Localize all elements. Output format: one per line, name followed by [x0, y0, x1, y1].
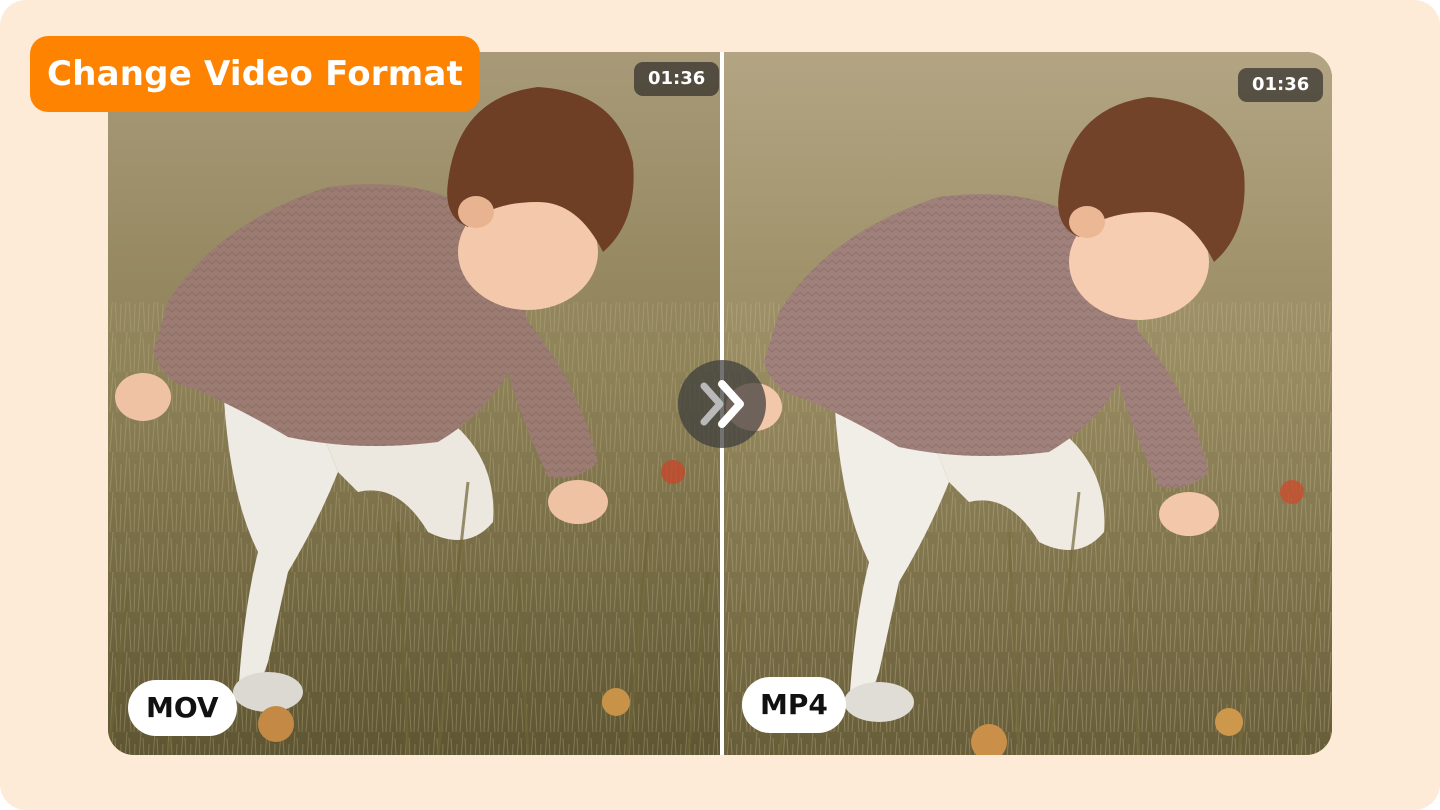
- video-preview-mp4[interactable]: [724, 52, 1332, 755]
- double-chevron-right-icon: [700, 380, 744, 428]
- video-preview-mov[interactable]: [108, 52, 720, 755]
- format-label-mp4: MP4: [742, 677, 846, 733]
- duration-badge-mp4: 01:36: [1238, 68, 1324, 102]
- toddler-photo-mp4: [724, 52, 1332, 755]
- convert-arrow-button[interactable]: [678, 360, 766, 448]
- duration-badge-mov: 01:36: [634, 62, 720, 96]
- canvas: Change Video Format 01:36 01:36 MOV MP4: [0, 0, 1440, 810]
- page-title-badge: Change Video Format: [30, 36, 480, 112]
- format-label-mov: MOV: [128, 680, 237, 736]
- toddler-photo-mov: [108, 52, 720, 755]
